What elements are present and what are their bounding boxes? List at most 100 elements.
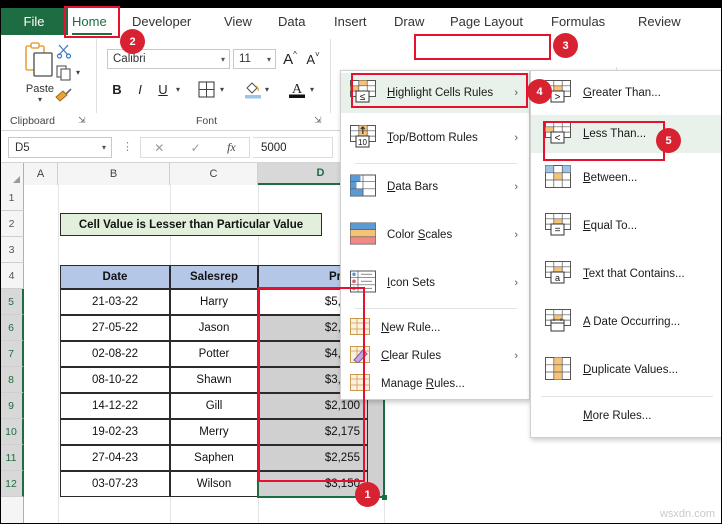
table-row[interactable]: 27-05-22 [60, 315, 170, 341]
submenu-item-text-that-contains[interactable]: a Text that Contains... [531, 255, 721, 293]
column-header-c[interactable]: C [170, 163, 258, 185]
clipboard-dialog-launcher[interactable]: ⇲ [78, 115, 86, 126]
paste-caret-icon[interactable]: ▾ [38, 95, 42, 104]
menu-item-manage-rules[interactable]: Manage Rules... [341, 370, 529, 398]
table-row[interactable]: 03-07-23 [60, 471, 170, 497]
font-color-button[interactable]: A [288, 79, 306, 104]
row-header-7[interactable]: 7 [0, 341, 24, 367]
table-row[interactable]: Gill [170, 393, 258, 419]
submenu-item-between[interactable]: Between... [531, 159, 721, 197]
menu-item-icon-sets[interactable]: Icon Sets › [341, 264, 529, 302]
italic-button[interactable]: I [131, 80, 149, 98]
fill-color-button[interactable] [244, 80, 262, 104]
bold-button[interactable]: B [108, 80, 126, 98]
column-header-b[interactable]: B [58, 163, 170, 185]
table-row[interactable]: Merry [170, 419, 258, 445]
row-header-11[interactable]: 11 [0, 445, 24, 471]
menu-item-clear-rules-label: Clear Rules [381, 350, 442, 362]
column-header-a[interactable]: A [24, 163, 58, 185]
tab-page-layout[interactable]: Page Layout [450, 8, 523, 35]
cell-salesrep: Merry [199, 426, 229, 438]
table-row[interactable]: Jason [170, 315, 258, 341]
underline-icon: U [158, 81, 168, 97]
row-header-8[interactable]: 8 [0, 367, 24, 393]
tab-data[interactable]: Data [278, 8, 305, 35]
table-row[interactable]: 27-04-23 [60, 445, 170, 471]
title-cell[interactable]: Cell Value is Lesser than Particular Val… [60, 213, 322, 236]
cell-salesrep: Harry [199, 296, 229, 308]
font-size-input[interactable]: 11 ▾ [233, 49, 276, 69]
decrease-font-size-button[interactable]: A ˅ [303, 49, 323, 69]
increase-font-size-button[interactable]: A ^ [280, 49, 300, 69]
annotation-box-less-than [543, 121, 665, 161]
borders-caret-icon[interactable]: ▾ [220, 85, 224, 94]
formula-input[interactable]: 5000 [253, 137, 333, 158]
tab-formulas[interactable]: Formulas [551, 8, 605, 35]
cell-date: 02-08-22 [91, 348, 139, 360]
row-header-1[interactable]: 1 [0, 185, 24, 211]
font-color-caret-icon[interactable]: ▾ [310, 85, 314, 94]
copy-button[interactable] [56, 65, 72, 86]
font-name-caret-icon[interactable]: ▾ [221, 55, 225, 64]
tab-file[interactable]: File [0, 8, 68, 35]
menu-item-top-bottom-rules[interactable]: 10 Top/Bottom Rules › [341, 119, 529, 157]
tab-developer[interactable]: Developer [132, 8, 191, 35]
row-header-12[interactable]: 12 [0, 471, 24, 497]
annotation-box-highlight-cells-rules [351, 73, 528, 108]
submenu-item-equal-to[interactable]: = Equal To... [531, 207, 721, 245]
submenu-item-duplicate-values[interactable]: Duplicate Values... [531, 351, 721, 389]
select-all-corner[interactable] [0, 163, 24, 185]
row-header-6[interactable]: 6 [0, 315, 24, 341]
name-box[interactable]: D5 ▾ [8, 137, 112, 158]
menu-item-top-bottom-rules-label: Top/Bottom Rules [387, 132, 478, 144]
row-header-4[interactable]: 4 [0, 263, 24, 289]
table-row[interactable]: 14-12-22 [60, 393, 170, 419]
gridline-b [58, 185, 59, 524]
table-row[interactable]: Potter [170, 341, 258, 367]
tab-insert[interactable]: Insert [334, 8, 367, 35]
tab-draw[interactable]: Draw [394, 8, 424, 35]
table-row[interactable]: 21-03-22 [60, 289, 170, 315]
insert-function-icon[interactable]: fx [227, 140, 236, 155]
borders-button[interactable] [198, 81, 215, 103]
fill-handle[interactable] [382, 495, 387, 500]
table-row[interactable]: Wilson [170, 471, 258, 497]
submenu-item-greater-than[interactable]: > Greater Than... [531, 74, 721, 112]
submenu-item-more-rules[interactable]: More Rules... [531, 403, 721, 429]
table-row[interactable]: 02-08-22 [60, 341, 170, 367]
menu-item-data-bars[interactable]: Data Bars › [341, 168, 529, 206]
submenu-item-a-date-occurring[interactable]: A Date Occurring... [531, 303, 721, 341]
name-box-caret-icon[interactable]: ▾ [102, 143, 106, 152]
underline-caret-icon[interactable]: ▾ [176, 85, 180, 94]
table-row[interactable]: Harry [170, 289, 258, 315]
font-size-caret-icon[interactable]: ▾ [267, 55, 271, 64]
underline-button[interactable]: U [154, 80, 172, 98]
copy-caret-icon[interactable]: ▾ [76, 68, 80, 77]
font-dialog-launcher[interactable]: ⇲ [314, 115, 322, 126]
italic-icon: I [138, 81, 142, 97]
table-row[interactable]: Saphen [170, 445, 258, 471]
fill-color-caret-icon[interactable]: ▾ [265, 85, 269, 94]
row-header-10[interactable]: 10 [0, 419, 24, 445]
menu-item-new-rule[interactable]: New Rule... [341, 314, 529, 342]
row-header-2[interactable]: 2 [0, 211, 24, 237]
font-name-value: Calibri [113, 53, 146, 65]
tab-review-label: Review [638, 14, 681, 29]
format-painter-button[interactable] [54, 87, 73, 109]
cancel-formula-icon[interactable]: ✕ [154, 141, 164, 155]
menu-item-clear-rules[interactable]: Clear Rules › [341, 342, 529, 370]
table-header-salesrep[interactable]: Salesrep [170, 265, 258, 289]
table-row[interactable]: 08-10-22 [60, 367, 170, 393]
column-header-d-label: D [316, 167, 325, 179]
menu-item-color-scales[interactable]: Color Scales › [341, 216, 529, 254]
cut-button[interactable] [56, 43, 72, 64]
table-header-date[interactable]: Date [60, 265, 170, 289]
row-header-9[interactable]: 9 [0, 393, 24, 419]
table-row[interactable]: 19-02-23 [60, 419, 170, 445]
table-row[interactable]: Shawn [170, 367, 258, 393]
row-header-5[interactable]: 5 [0, 289, 24, 315]
tab-review[interactable]: Review [638, 8, 681, 35]
tab-view[interactable]: View [224, 8, 252, 35]
row-header-3[interactable]: 3 [0, 237, 24, 263]
enter-formula-icon[interactable]: ✓ [191, 141, 201, 155]
